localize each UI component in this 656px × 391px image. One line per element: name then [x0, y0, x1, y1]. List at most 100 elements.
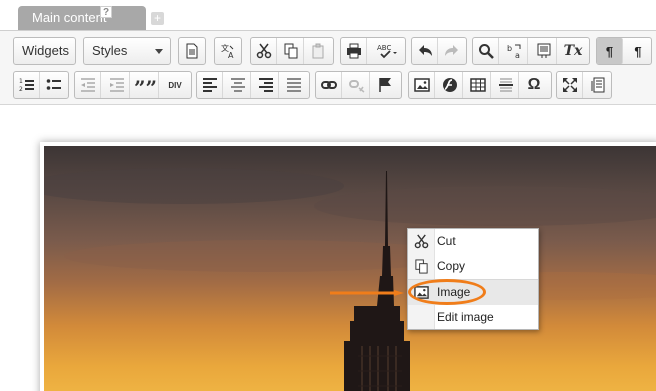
align-right-button[interactable] [253, 72, 279, 98]
ltr-button[interactable]: ¶ [597, 38, 623, 64]
numbered-list-icon: 12 [19, 78, 34, 93]
undo-button[interactable] [412, 38, 438, 64]
justify-icon [287, 78, 301, 92]
justify-button[interactable] [281, 72, 307, 98]
redo-button[interactable] [439, 38, 465, 64]
cut-button[interactable] [251, 38, 277, 64]
add-tab-button[interactable]: + [151, 12, 164, 25]
paste-text-icon [537, 43, 550, 58]
align-group [196, 71, 310, 99]
cut-icon [414, 234, 429, 249]
svg-text:a: a [515, 51, 520, 59]
blockquote-button[interactable]: ”” [133, 72, 159, 98]
language-button[interactable]: 文A [215, 38, 241, 64]
widgets-button[interactable]: Widgets [14, 38, 75, 64]
link-icon [320, 81, 337, 89]
undo-icon [418, 45, 432, 56]
document-button[interactable] [179, 38, 205, 64]
cut-icon [256, 43, 271, 59]
remove-format-button[interactable]: Tx [560, 38, 586, 64]
document-icon [186, 43, 198, 59]
anchor-icon [379, 78, 391, 92]
horizontal-rule-icon [498, 78, 513, 92]
numbered-list-button[interactable]: 12 [14, 72, 40, 98]
embedded-photo[interactable] [44, 146, 656, 391]
help-icon[interactable]: ? [100, 6, 112, 18]
skyline-illustration [44, 168, 656, 391]
align-left-button[interactable] [197, 72, 223, 98]
unlink-icon [348, 80, 364, 93]
search-group: ba Tx [472, 37, 590, 65]
rtl-icon: ¶ [634, 43, 642, 59]
svg-text:1: 1 [19, 78, 23, 85]
table-icon [469, 78, 486, 92]
paste-button[interactable] [305, 38, 331, 64]
spellcheck-button[interactable]: ABC [368, 38, 405, 64]
image-button[interactable] [409, 72, 435, 98]
paste-text-button[interactable] [531, 38, 557, 64]
outdent-icon [80, 78, 95, 92]
outdent-button[interactable] [75, 72, 101, 98]
link-group [315, 71, 402, 99]
image-icon [413, 78, 430, 92]
svg-text:2: 2 [19, 86, 23, 93]
link-button[interactable] [316, 72, 342, 98]
tab-bar: Main content ? + [0, 0, 656, 30]
styles-label: Styles [92, 43, 128, 58]
align-center-button[interactable] [225, 72, 251, 98]
menu-item-cut[interactable]: Cut [408, 229, 538, 254]
bulleted-list-button[interactable] [41, 72, 67, 98]
special-char-icon: Ω [527, 76, 541, 93]
menu-item-label: Copy [437, 259, 466, 273]
history-group [411, 37, 467, 65]
chevron-down-icon [155, 49, 163, 54]
block-group: ”” DIV [74, 71, 192, 99]
align-center-icon [230, 78, 245, 92]
align-left-icon [202, 78, 217, 92]
remove-format-icon: Tx [563, 43, 583, 59]
spellcheck-language-icon: 文A [221, 43, 234, 59]
list-group: 12 [13, 71, 69, 99]
editor-toolbar: Widgets Styles 文A ABC b a Tx ¶ ¶ 1 2 ”” … [0, 30, 656, 105]
insert-group: Ω [408, 71, 552, 99]
annotation-arrow-icon [330, 290, 404, 296]
div-button[interactable]: DIV [162, 72, 188, 98]
tab-label: Main content [32, 10, 107, 25]
direction-group: ¶ ¶ [596, 37, 652, 65]
flash-button[interactable] [437, 72, 463, 98]
copy-button[interactable] [278, 38, 304, 64]
print-group: ABC [340, 37, 406, 65]
context-menu: Cut Copy Image Edit image [407, 228, 539, 330]
editing-area[interactable] [0, 106, 656, 391]
replace-button[interactable]: ba [502, 38, 528, 64]
tab-main-content[interactable]: Main content [18, 6, 146, 30]
table-button[interactable] [465, 72, 491, 98]
annotation-highlight-ellipse [408, 279, 486, 305]
copy-icon [284, 43, 297, 59]
anchor-button[interactable] [372, 72, 398, 98]
replace-icon: ba [507, 44, 520, 59]
rtl-button[interactable]: ¶ [625, 38, 651, 64]
print-button[interactable] [341, 38, 367, 64]
show-blocks-button[interactable] [585, 72, 611, 98]
svg-text:A: A [228, 51, 234, 59]
maximize-button[interactable] [557, 72, 583, 98]
find-button[interactable] [473, 38, 499, 64]
view-group [556, 71, 612, 99]
indent-button[interactable] [104, 72, 130, 98]
styles-dropdown[interactable]: Styles [84, 38, 170, 64]
language-group: 文A [214, 37, 242, 65]
spellcheck-icon: ABC [377, 44, 397, 59]
menu-item-copy[interactable]: Copy [408, 254, 538, 279]
unlink-button[interactable] [344, 72, 370, 98]
div-icon: DIV [168, 80, 182, 90]
redo-icon [445, 45, 458, 56]
clipboard-group [250, 37, 334, 65]
indent-icon [109, 78, 124, 92]
menu-item-edit-image[interactable]: Edit image [408, 305, 538, 330]
horizontal-rule-button[interactable] [493, 72, 519, 98]
ltr-icon: ¶ [605, 43, 614, 59]
special-char-button[interactable]: Ω [521, 72, 547, 98]
menu-item-label: Edit image [437, 310, 494, 324]
svg-text:b: b [507, 44, 512, 53]
